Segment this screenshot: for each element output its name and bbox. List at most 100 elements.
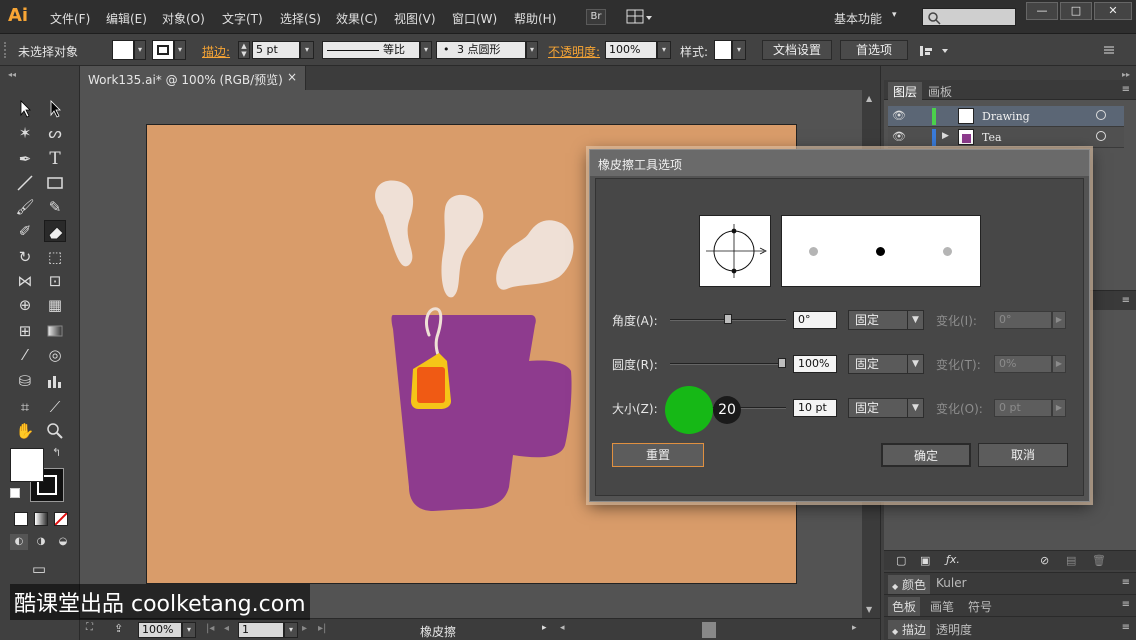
- type-tool-icon[interactable]: T: [44, 148, 66, 170]
- first-artboard-icon[interactable]: |◂: [206, 623, 214, 634]
- angle-variation-arrow-icon[interactable]: ▶: [1052, 311, 1066, 329]
- layer-row-tea[interactable]: 👁 ▶ Tea: [888, 127, 1124, 148]
- arrange-documents-icon[interactable]: [626, 8, 654, 26]
- fx-icon[interactable]: ƒx.: [946, 553, 960, 566]
- magic-wand-tool-icon[interactable]: ✶: [14, 122, 36, 144]
- mesh-tool-icon[interactable]: ⊞: [14, 320, 36, 342]
- roundness-slider-track[interactable]: [670, 363, 786, 365]
- opacity-label[interactable]: 不透明度:: [548, 43, 600, 60]
- size-variation-input[interactable]: 0 pt: [994, 399, 1052, 417]
- swatches-panel-menu-icon[interactable]: ≡: [1122, 599, 1130, 610]
- draw-normal-icon[interactable]: ◐: [10, 534, 28, 550]
- profile-dropdown-icon[interactable]: ▾: [420, 41, 432, 59]
- tab-swatches[interactable]: 色板: [888, 597, 921, 616]
- expand-layer-icon[interactable]: ▶: [942, 131, 949, 141]
- no-entry-icon[interactable]: ⊘: [1040, 554, 1049, 567]
- layer-name[interactable]: Drawing: [982, 110, 1030, 123]
- stroke-label[interactable]: 描边:: [202, 43, 230, 60]
- style-dropdown-icon[interactable]: ▾: [732, 40, 746, 60]
- rotate-tool-icon[interactable]: ↻: [14, 246, 36, 268]
- new-layer-icon[interactable]: ▤: [1066, 554, 1076, 567]
- status-arrow-icon[interactable]: ▸: [542, 623, 547, 633]
- roundness-slider-thumb[interactable]: [778, 358, 786, 368]
- roundness-mode-select[interactable]: 固定 ▼: [848, 354, 924, 374]
- share-icon[interactable]: ⇪: [114, 622, 130, 638]
- fill-swatch[interactable]: [112, 40, 134, 60]
- last-artboard-icon[interactable]: ▸|: [318, 623, 326, 634]
- pencil-tool-icon[interactable]: ✎: [44, 196, 66, 218]
- stroke-weight-dropdown-icon[interactable]: ▾: [300, 41, 314, 59]
- horizontal-scroll-thumb[interactable]: [702, 622, 716, 638]
- roundness-input[interactable]: 100%: [793, 355, 837, 373]
- zoom-input[interactable]: 100%: [138, 622, 182, 638]
- hscroll-right-icon[interactable]: ▸: [852, 623, 857, 633]
- hscroll-left-icon[interactable]: ◂: [560, 623, 565, 633]
- workspace-switcher[interactable]: 基本功能: [834, 10, 882, 27]
- style-swatch[interactable]: [714, 40, 732, 60]
- size-mode-select[interactable]: 固定 ▼: [848, 398, 924, 418]
- blend-tool-icon[interactable]: ◎: [44, 344, 66, 366]
- gradient-tool-icon[interactable]: [44, 320, 66, 342]
- tab-stroke[interactable]: ◆ 描边: [888, 620, 930, 639]
- visibility-eye-icon[interactable]: 👁: [892, 130, 906, 143]
- close-tab-icon[interactable]: ×: [287, 70, 297, 84]
- visibility-eye-icon[interactable]: 👁: [892, 109, 906, 122]
- stroke-weight-input[interactable]: 5 pt: [252, 41, 300, 59]
- opacity-input[interactable]: 100%: [605, 41, 657, 59]
- blob-brush-tool-icon[interactable]: ✐: [14, 220, 36, 242]
- workspace-chevron-icon[interactable]: ▾: [892, 10, 897, 20]
- variable-width-profile[interactable]: 等比: [322, 41, 420, 59]
- slice-tool-icon[interactable]: ⟋: [44, 396, 66, 418]
- screen-mode-icon[interactable]: ▭: [26, 558, 52, 580]
- brush-shape-preview[interactable]: [699, 215, 771, 287]
- stroke-dropdown-icon[interactable]: ▾: [174, 40, 186, 60]
- draw-behind-icon[interactable]: ◑: [32, 534, 50, 550]
- stroke-swatch[interactable]: [152, 40, 174, 60]
- brush-definition[interactable]: • 3 点圆形: [436, 41, 526, 59]
- brush-dropdown-icon[interactable]: ▾: [526, 41, 538, 59]
- status-menu-icon[interactable]: ⛶: [86, 622, 108, 638]
- tab-transparency[interactable]: 透明度: [936, 621, 972, 638]
- layer-target-icon[interactable]: [1096, 131, 1106, 141]
- tab-layers[interactable]: 图层: [888, 82, 923, 101]
- swap-fill-stroke-icon[interactable]: ↰: [52, 446, 61, 459]
- selection-tool-icon[interactable]: [14, 98, 36, 120]
- shape-builder-tool-icon[interactable]: ⊕: [14, 294, 36, 316]
- maximize-button[interactable]: □: [1060, 2, 1092, 20]
- document-tab[interactable]: Work135.ai* @ 100% (RGB/预览) ×: [80, 66, 306, 90]
- preferences-button[interactable]: 首选项: [840, 40, 908, 60]
- angle-slider-thumb[interactable]: [724, 314, 732, 324]
- angle-input[interactable]: 0°: [793, 311, 837, 329]
- draw-inside-icon[interactable]: ◒: [54, 534, 72, 550]
- align-options-icon[interactable]: [918, 43, 952, 59]
- ok-button[interactable]: 确定: [881, 443, 971, 467]
- control-panel-menu-icon[interactable]: [1102, 43, 1118, 57]
- eyedropper-tool-icon[interactable]: ⁄: [14, 344, 36, 366]
- menu-view[interactable]: 视图(V): [394, 10, 436, 27]
- menu-object[interactable]: 对象(O): [162, 10, 205, 27]
- prev-artboard-icon[interactable]: ◂: [224, 623, 229, 634]
- tab-kuler[interactable]: Kuler: [936, 576, 967, 590]
- lasso-tool-icon[interactable]: ᔕ: [44, 122, 66, 144]
- symbol-sprayer-tool-icon[interactable]: ⛁: [14, 370, 36, 392]
- column-graph-tool-icon[interactable]: [44, 370, 66, 392]
- size-input[interactable]: 10 pt: [793, 399, 837, 417]
- reset-button[interactable]: 重置: [612, 443, 704, 467]
- eraser-tool-icon[interactable]: [44, 220, 66, 242]
- color-panel-menu-icon[interactable]: ≡: [1122, 577, 1130, 588]
- layer-name[interactable]: Tea: [982, 131, 1002, 144]
- layer-target-icon[interactable]: [1096, 110, 1106, 120]
- size-variation-arrow-icon[interactable]: ▶: [1052, 399, 1066, 417]
- artboard-dropdown-icon[interactable]: ▾: [284, 622, 298, 638]
- menu-help[interactable]: 帮助(H): [514, 10, 556, 27]
- default-colors-icon[interactable]: [10, 488, 20, 498]
- scale-tool-icon[interactable]: ⬚: [44, 246, 66, 268]
- tab-color[interactable]: ◆ 颜色: [888, 575, 930, 594]
- gradient-mode-icon[interactable]: [34, 512, 48, 526]
- free-transform-tool-icon[interactable]: ⊡: [44, 270, 66, 292]
- zoom-tool-icon[interactable]: [44, 420, 66, 442]
- line-segment-tool-icon[interactable]: [14, 172, 36, 194]
- layer-row-drawing[interactable]: 👁 Drawing: [888, 106, 1124, 127]
- collapse-tools-icon[interactable]: ◂◂: [8, 70, 16, 79]
- clipping-mask-icon[interactable]: ▣: [920, 554, 930, 567]
